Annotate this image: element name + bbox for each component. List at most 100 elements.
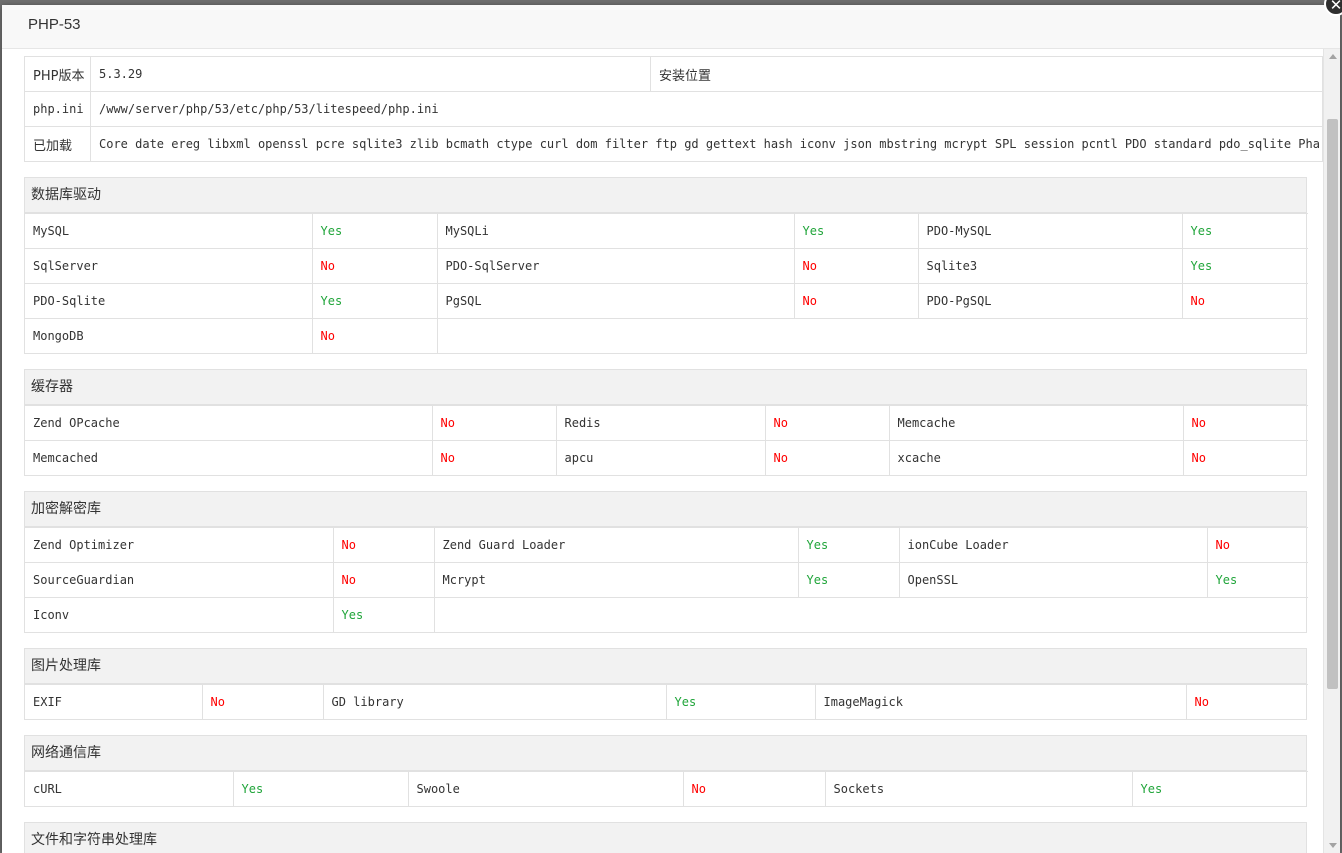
ext-name: Mcrypt bbox=[433, 562, 799, 598]
ext-status: No bbox=[311, 248, 438, 284]
table-row: Zend Optimizer No Zend Guard Loader Yes … bbox=[25, 527, 1308, 563]
ext-status: Yes bbox=[311, 283, 438, 319]
table-row: PHP版本 5.3.29 安装位置 bbox=[24, 56, 1323, 92]
table-row: MySQL Yes MySQLi Yes PDO-MySQL Yes bbox=[25, 213, 1308, 249]
table-row: EXIF No GD library Yes ImageMagick No bbox=[25, 684, 1308, 719]
install-location-label: 安装位置 bbox=[650, 56, 1323, 92]
php-version-label: PHP版本 bbox=[24, 56, 91, 92]
ext-name: OpenSSL bbox=[898, 562, 1208, 598]
ext-status: Yes bbox=[1206, 562, 1308, 598]
modal-title: PHP-53 bbox=[28, 16, 81, 33]
ext-name: Swoole bbox=[407, 771, 684, 806]
modal-body[interactable]: PHP版本 5.3.29 安装位置 php.ini /www/server/ph… bbox=[2, 49, 1340, 853]
table-row: SqlServer No PDO-SqlServer No Sqlite3 Ye… bbox=[25, 248, 1308, 284]
section-title: 数据库驱动 bbox=[25, 178, 1306, 213]
php-info-modal: PHP-53 PHP版本 5.3.29 安装位置 php.ini /www/se… bbox=[2, 5, 1340, 853]
ext-status: Yes bbox=[793, 213, 919, 249]
ext-status: No bbox=[764, 405, 890, 441]
table-row: Memcached No apcu No xcache No bbox=[25, 440, 1308, 475]
section-title: 图片处理库 bbox=[25, 649, 1306, 684]
ext-status: No bbox=[793, 283, 919, 319]
ext-name: Sockets bbox=[824, 771, 1133, 806]
section-cache: 缓存器 Zend OPcache No Redis No Memcache No… bbox=[24, 369, 1308, 476]
ext-status: Yes bbox=[797, 527, 900, 563]
ext-name: Zend Guard Loader bbox=[433, 527, 799, 563]
ext-status: No bbox=[431, 405, 557, 441]
ext-name: EXIF bbox=[25, 684, 203, 719]
scroll-up-icon[interactable] bbox=[1329, 54, 1337, 59]
section-image-processing: 图片处理库 EXIF No GD library Yes ImageMagick… bbox=[24, 648, 1308, 720]
ext-status: No bbox=[332, 562, 435, 598]
ext-status: No bbox=[1185, 684, 1308, 719]
ext-status: No bbox=[1182, 405, 1308, 441]
ext-status: No bbox=[1206, 527, 1308, 563]
ext-status: No bbox=[1182, 440, 1308, 475]
ext-name: PDO-Sqlite bbox=[25, 283, 313, 319]
ext-name: Memcache bbox=[888, 405, 1184, 441]
ext-name: ionCube Loader bbox=[898, 527, 1208, 563]
ext-status: Yes bbox=[797, 562, 900, 598]
ext-status: Yes bbox=[232, 771, 409, 806]
ext-name: apcu bbox=[555, 440, 766, 475]
ext-status: No bbox=[793, 248, 919, 284]
modal-content: PHP版本 5.3.29 安装位置 php.ini /www/server/ph… bbox=[24, 49, 1323, 853]
ext-name: Zend OPcache bbox=[25, 405, 433, 441]
ext-status: Yes bbox=[311, 213, 438, 249]
table-row: Iconv Yes bbox=[25, 597, 1308, 632]
ext-status: Yes bbox=[1181, 248, 1308, 284]
ext-name: PDO-PgSQL bbox=[917, 283, 1183, 319]
table-row: MongoDB No bbox=[25, 318, 1308, 353]
section-title: 文件和字符串处理库 bbox=[25, 823, 1306, 853]
php-ini-label: php.ini bbox=[24, 91, 91, 127]
ext-name: MySQLi bbox=[436, 213, 795, 249]
ext-name: Zend Optimizer bbox=[25, 527, 334, 563]
ext-name: PDO-SqlServer bbox=[436, 248, 795, 284]
table-row: php.ini /www/server/php/53/etc/php/53/li… bbox=[24, 91, 1323, 127]
ext-name: ImageMagick bbox=[814, 684, 1187, 719]
loaded-extensions-label: 已加载 bbox=[24, 126, 91, 162]
ext-status: No bbox=[201, 684, 324, 719]
section-network: 网络通信库 cURL Yes Swoole No Sockets Yes bbox=[24, 735, 1308, 807]
section-title: 网络通信库 bbox=[25, 736, 1306, 771]
section-encryption: 加密解密库 Zend Optimizer No Zend Guard Loade… bbox=[24, 491, 1308, 633]
ext-name: MongoDB bbox=[25, 318, 313, 353]
ext-name: Memcached bbox=[25, 440, 433, 475]
table-row: SourceGuardian No Mcrypt Yes OpenSSL Yes bbox=[25, 562, 1308, 598]
empty-cell bbox=[433, 597, 1308, 632]
php-ini-value: /www/server/php/53/etc/php/53/litespeed/… bbox=[90, 91, 1323, 127]
extension-table: MySQL Yes MySQLi Yes PDO-MySQL Yes SqlSe… bbox=[25, 213, 1308, 353]
ext-name: PDO-MySQL bbox=[917, 213, 1183, 249]
table-row: cURL Yes Swoole No Sockets Yes bbox=[25, 771, 1308, 806]
vertical-scrollbar[interactable] bbox=[1323, 49, 1340, 853]
ext-name: GD library bbox=[322, 684, 667, 719]
section-file-string: 文件和字符串处理库 bbox=[24, 822, 1307, 853]
ext-status: No bbox=[682, 771, 826, 806]
ext-name: Redis bbox=[555, 405, 766, 441]
ext-status: Yes bbox=[1181, 213, 1308, 249]
ext-name: PgSQL bbox=[436, 283, 795, 319]
ext-status: Yes bbox=[332, 597, 435, 632]
modal-header: PHP-53 bbox=[2, 5, 1340, 49]
extension-table: Zend Optimizer No Zend Guard Loader Yes … bbox=[25, 527, 1308, 632]
scrollbar-thumb[interactable] bbox=[1327, 119, 1338, 689]
empty-cell bbox=[436, 318, 1308, 353]
ext-status: No bbox=[764, 440, 890, 475]
ext-status: No bbox=[311, 318, 438, 353]
table-row: PDO-Sqlite Yes PgSQL No PDO-PgSQL No bbox=[25, 283, 1308, 319]
extension-table: Zend OPcache No Redis No Memcache No Mem… bbox=[25, 405, 1308, 475]
table-row: 已加载 Core date ereg libxml openssl pcre s… bbox=[24, 126, 1323, 162]
ext-name: cURL bbox=[25, 771, 234, 806]
php-version-value: 5.3.29 bbox=[90, 56, 651, 92]
ext-name: MySQL bbox=[25, 213, 313, 249]
extension-table: cURL Yes Swoole No Sockets Yes bbox=[25, 771, 1308, 806]
php-info-table: PHP版本 5.3.29 安装位置 php.ini /www/server/ph… bbox=[24, 56, 1323, 162]
ext-status: No bbox=[431, 440, 557, 475]
loaded-extensions-value: Core date ereg libxml openssl pcre sqlit… bbox=[90, 126, 1323, 162]
ext-name: Sqlite3 bbox=[917, 248, 1183, 284]
ext-name: xcache bbox=[888, 440, 1184, 475]
table-row: Zend OPcache No Redis No Memcache No bbox=[25, 405, 1308, 441]
ext-status: No bbox=[332, 527, 435, 563]
ext-status: Yes bbox=[1131, 771, 1308, 806]
scroll-down-icon[interactable] bbox=[1329, 843, 1337, 848]
ext-status: Yes bbox=[665, 684, 816, 719]
